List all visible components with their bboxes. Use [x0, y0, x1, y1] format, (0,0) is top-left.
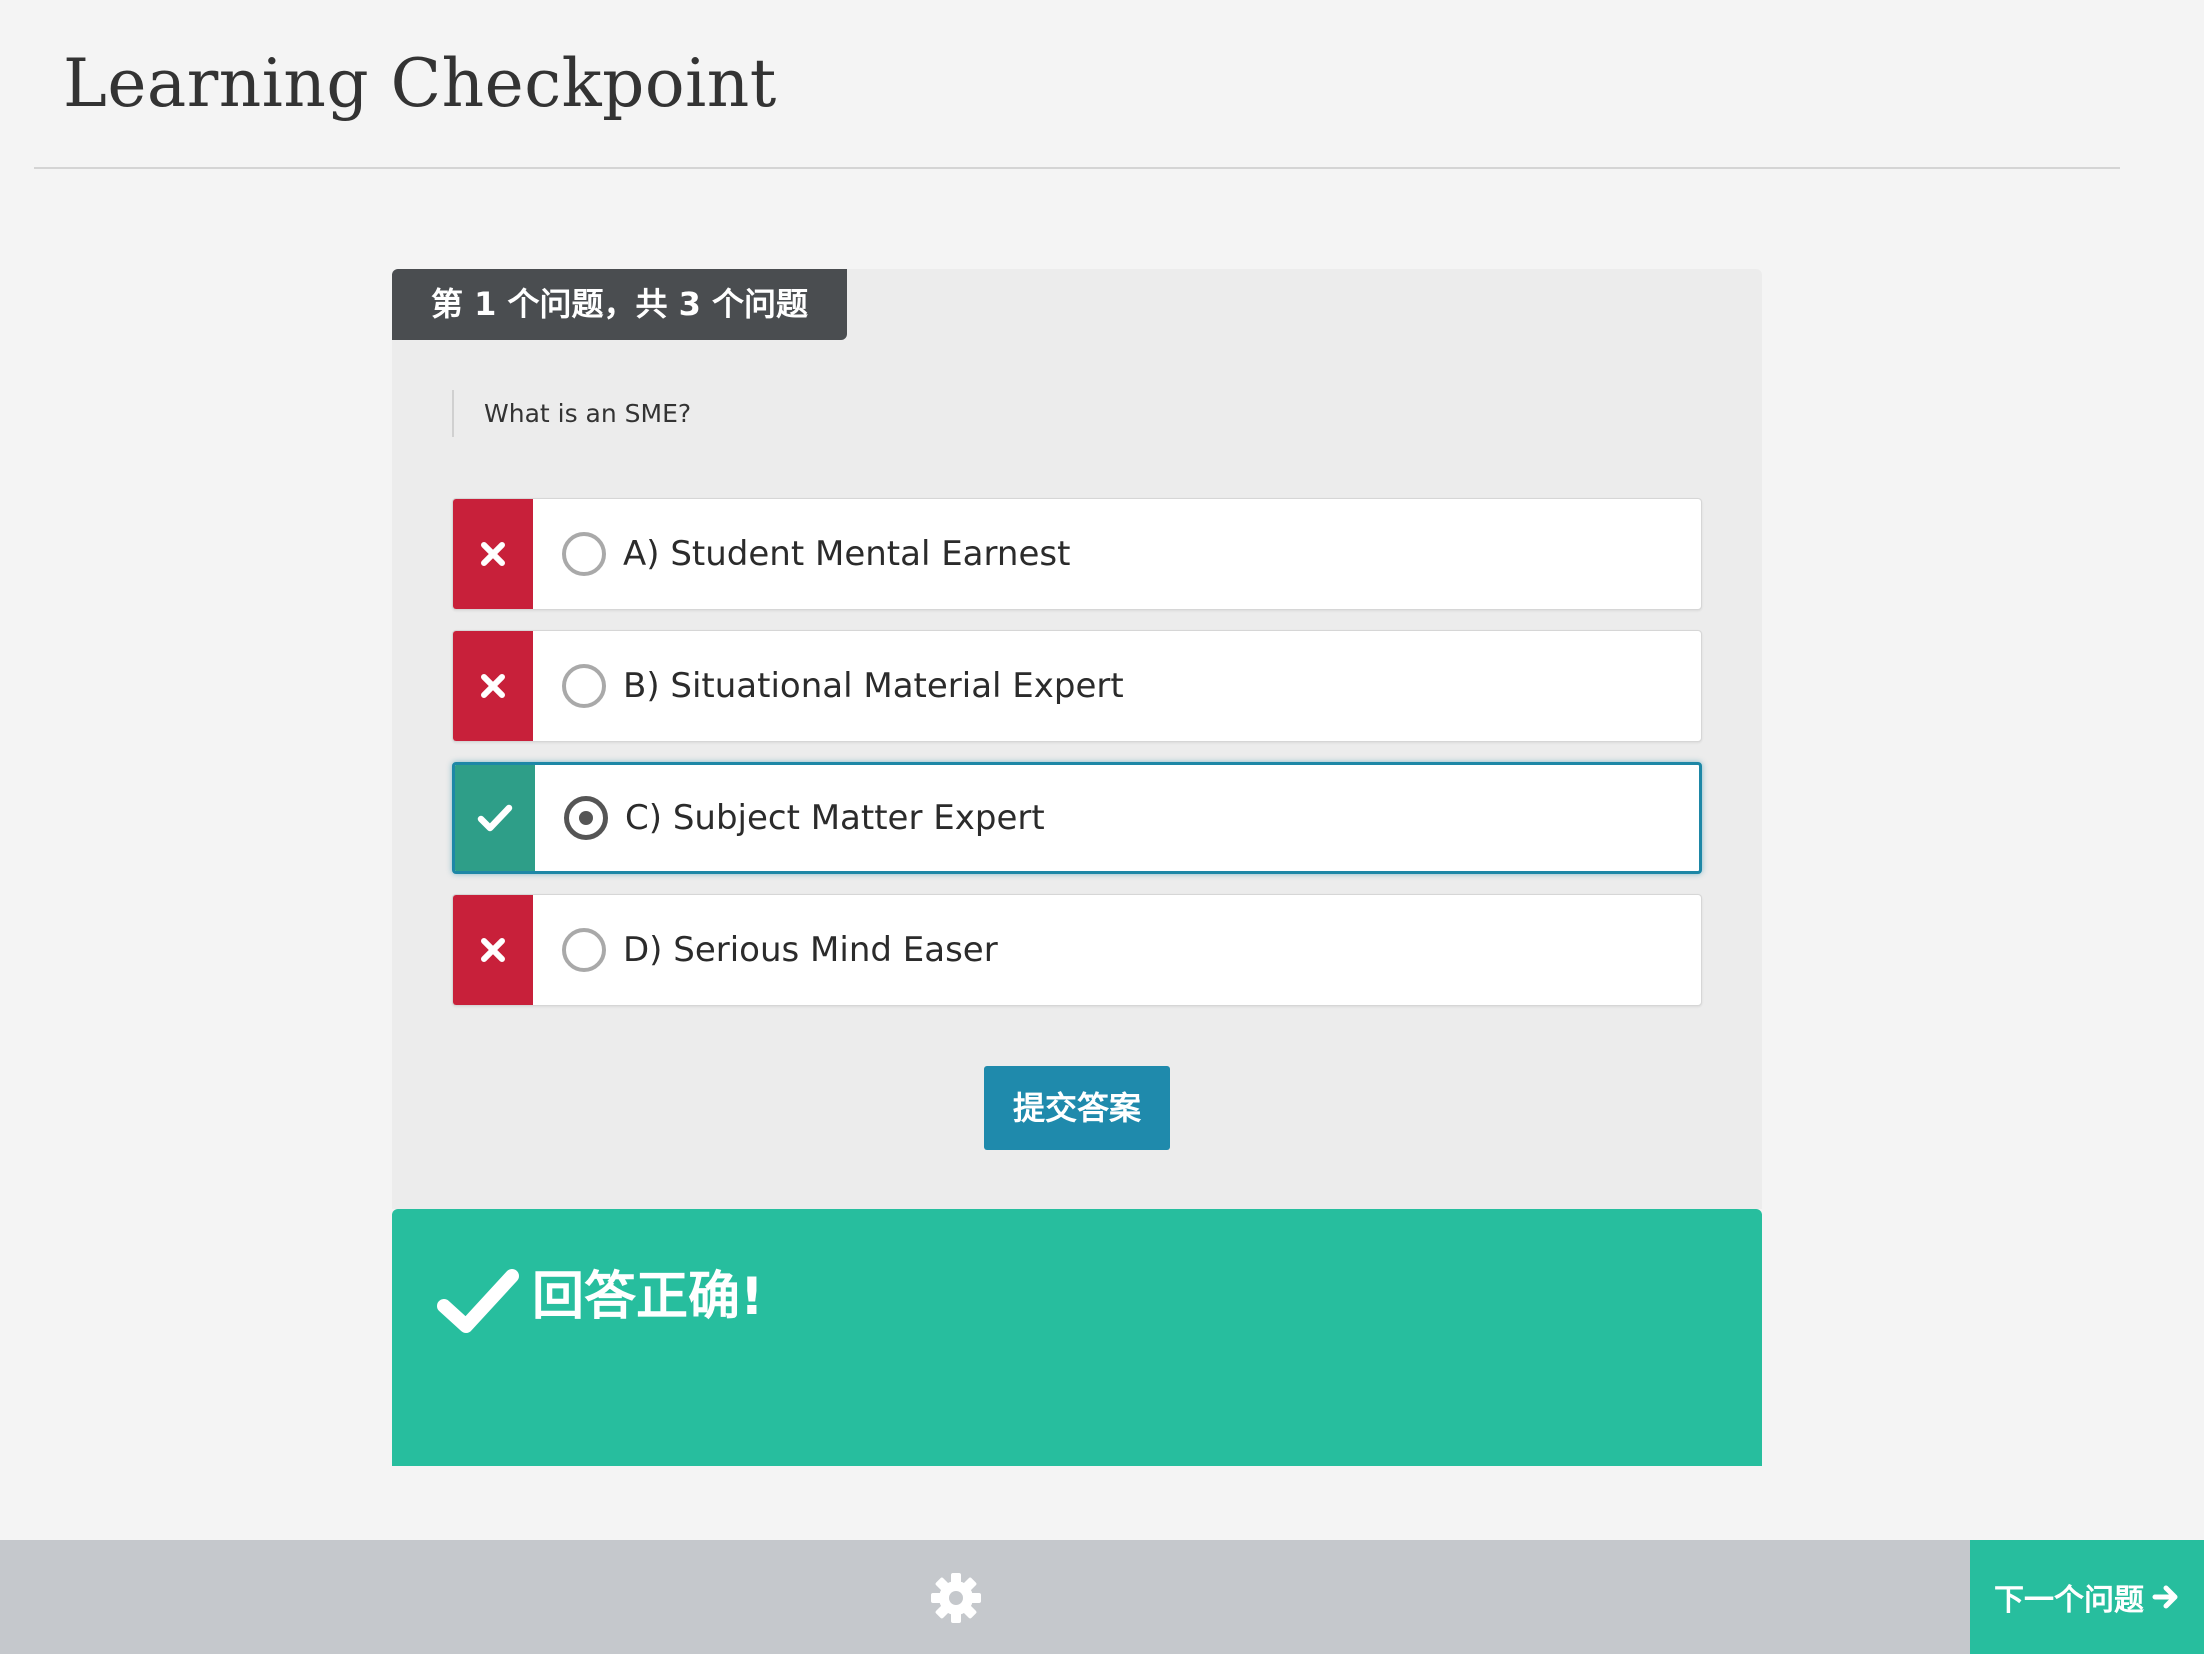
answer-option-c[interactable]: C) Subject Matter Expert [452, 762, 1702, 874]
answer-option-label: B) Situational Material Expert [623, 666, 1124, 706]
incorrect-indicator [453, 499, 533, 609]
answer-option-label: A) Student Mental Earnest [623, 534, 1071, 574]
next-question-label: 下一个问题 [1994, 1583, 2144, 1618]
radio-button[interactable] [562, 928, 606, 972]
submit-answer-button[interactable]: 提交答案 [984, 1066, 1170, 1150]
close-icon [481, 542, 505, 566]
incorrect-indicator [453, 631, 533, 741]
close-icon [481, 938, 505, 962]
page-title: Learning Checkpoint [63, 45, 777, 122]
radio-button[interactable] [562, 532, 606, 576]
answer-options-list: A) Student Mental Earnest B) Situational… [452, 498, 1702, 1026]
answer-option-b[interactable]: B) Situational Material Expert [452, 630, 1702, 742]
answer-option-label: C) Subject Matter Expert [625, 798, 1045, 838]
answer-option-d[interactable]: D) Serious Mind Easer [452, 894, 1702, 1006]
check-icon [437, 1269, 519, 1333]
question-text: What is an SME? [452, 390, 691, 437]
quiz-card: 第 1 个问题，共 3 个问题 What is an SME? A) Stude… [392, 269, 1762, 1209]
close-icon [481, 674, 505, 698]
radio-button[interactable] [562, 664, 606, 708]
settings-button[interactable] [928, 1570, 984, 1626]
header-divider [34, 167, 2120, 169]
check-icon [477, 804, 513, 832]
feedback-message: 回答正确! [532, 1267, 764, 1327]
bottom-toolbar: 下一个问题 [0, 1540, 2204, 1654]
correct-indicator [455, 765, 535, 871]
radio-button-selected[interactable] [564, 796, 608, 840]
arrow-right-icon [2152, 1585, 2178, 1609]
question-progress-tab: 第 1 个问题，共 3 个问题 [392, 269, 847, 340]
feedback-panel: 回答正确! [392, 1209, 1762, 1466]
next-question-button[interactable]: 下一个问题 [1970, 1540, 2204, 1654]
gear-icon [931, 1573, 981, 1623]
answer-option-a[interactable]: A) Student Mental Earnest [452, 498, 1702, 610]
answer-option-label: D) Serious Mind Easer [623, 930, 998, 970]
incorrect-indicator [453, 895, 533, 1005]
